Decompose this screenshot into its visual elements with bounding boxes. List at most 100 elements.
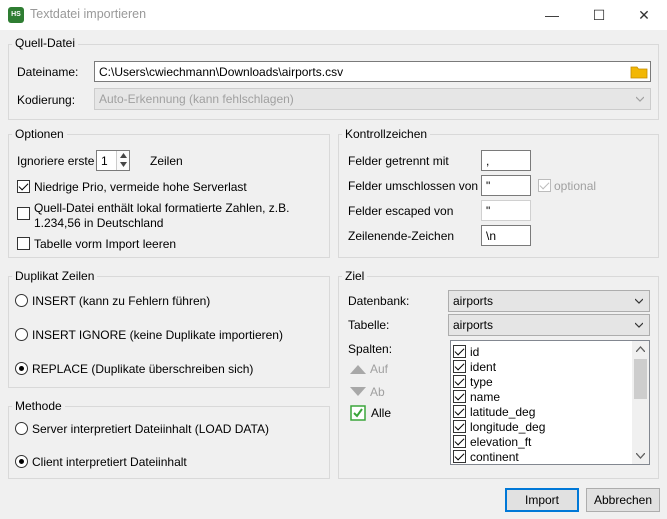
separated-label: Felder getrennt mit bbox=[348, 154, 449, 168]
column-name: id bbox=[470, 344, 480, 359]
folder-icon[interactable] bbox=[630, 64, 648, 79]
column-item[interactable]: longitude_deg bbox=[453, 419, 545, 434]
column-item[interactable]: name bbox=[453, 389, 500, 404]
stepper-down-icon[interactable] bbox=[120, 162, 127, 167]
server-method-radio[interactable] bbox=[15, 422, 28, 435]
encoding-value: Auto-Erkennung (kann fehlschlagen) bbox=[99, 92, 294, 106]
insert-radio[interactable] bbox=[15, 294, 28, 307]
column-item[interactable]: ident bbox=[453, 359, 496, 374]
low-prio-label: Niedrige Prio, vermeide hohe Serverlast bbox=[34, 180, 247, 194]
options-legend: Optionen bbox=[12, 127, 67, 141]
column-checkbox[interactable] bbox=[453, 405, 466, 418]
select-all-button[interactable]: Alle bbox=[350, 405, 391, 421]
stepper-up-icon[interactable] bbox=[120, 153, 127, 158]
close-button[interactable]: ✕ bbox=[621, 0, 667, 30]
rows-label: Zeilen bbox=[150, 154, 183, 168]
title-bar: HS Textdatei importieren — ☐ ✕ bbox=[0, 0, 667, 30]
scroll-up-icon[interactable] bbox=[636, 346, 645, 352]
server-method-label: Server interpretiert Dateiinhalt (LOAD D… bbox=[32, 422, 269, 436]
database-value: airports bbox=[453, 294, 494, 308]
low-prio-checkbox[interactable] bbox=[17, 180, 30, 193]
column-name: continent bbox=[470, 449, 519, 464]
column-name: type bbox=[470, 374, 493, 389]
local-numbers-label-line2: 1.234,56 in Deutschland bbox=[34, 216, 164, 230]
column-name: longitude_deg bbox=[470, 419, 546, 434]
scroll-thumb[interactable] bbox=[634, 359, 647, 399]
column-item[interactable]: continent bbox=[453, 449, 519, 464]
column-name: latitude_deg bbox=[470, 404, 536, 419]
ignore-lines-value: 1 bbox=[101, 154, 108, 168]
target-legend: Ziel bbox=[342, 269, 368, 283]
maximize-button[interactable]: ☐ bbox=[576, 0, 622, 30]
optional-label: optional bbox=[554, 179, 597, 193]
database-select[interactable]: airports bbox=[448, 290, 650, 312]
table-select[interactable]: airports bbox=[448, 314, 650, 336]
window-title: Textdatei importieren bbox=[30, 7, 147, 21]
optional-checkbox[interactable] bbox=[538, 179, 551, 192]
truncate-checkbox[interactable] bbox=[17, 237, 30, 250]
encoding-select[interactable]: Auto-Erkennung (kann fehlschlagen) bbox=[94, 88, 651, 110]
ignore-label: Ignoriere erste bbox=[17, 154, 95, 168]
client-method-radio[interactable] bbox=[15, 455, 28, 468]
table-value: airports bbox=[453, 318, 494, 332]
column-checkbox[interactable] bbox=[453, 345, 466, 358]
app-icon: HS bbox=[8, 7, 24, 23]
move-down-button[interactable]: Ab bbox=[350, 385, 385, 399]
column-checkbox[interactable] bbox=[453, 375, 466, 388]
ignore-lines-stepper[interactable]: 1 bbox=[96, 150, 130, 171]
arrow-down-icon bbox=[350, 387, 366, 396]
chevron-down-icon bbox=[635, 322, 643, 328]
arrow-up-icon bbox=[350, 365, 366, 374]
lineend-input[interactable]: \n bbox=[481, 225, 531, 246]
separated-input[interactable]: , bbox=[481, 150, 531, 171]
columns-list[interactable]: id ident type name latitude_deg longitude_deg… bbox=[450, 340, 650, 465]
column-checkbox[interactable] bbox=[453, 390, 466, 403]
duplicates-legend: Duplikat Zeilen bbox=[12, 269, 98, 283]
chevron-down-icon bbox=[635, 298, 643, 304]
column-item[interactable]: elevation_ft bbox=[453, 434, 531, 449]
columns-label: Spalten: bbox=[348, 342, 393, 356]
local-numbers-checkbox[interactable] bbox=[17, 207, 30, 220]
select-all-label: Alle bbox=[371, 406, 392, 420]
minimize-button[interactable]: — bbox=[529, 0, 575, 30]
column-checkbox[interactable] bbox=[453, 360, 466, 373]
encoding-label: Kodierung: bbox=[17, 93, 76, 107]
stepper-buttons[interactable] bbox=[116, 151, 129, 170]
database-label: Datenbank: bbox=[348, 294, 410, 308]
column-checkbox[interactable] bbox=[453, 435, 466, 448]
column-item[interactable]: id bbox=[453, 344, 479, 359]
cancel-button[interactable]: Abbrechen bbox=[586, 488, 660, 512]
move-up-button[interactable]: Auf bbox=[350, 362, 388, 376]
local-numbers-label-line1: Quell-Datei enthält lokal formatierte Za… bbox=[34, 201, 290, 215]
filename-value: C:\Users\cwiechmann\Downloads\airports.c… bbox=[99, 65, 344, 79]
column-item[interactable]: latitude_deg bbox=[453, 404, 535, 419]
enclosed-label: Felder umschlossen von bbox=[348, 179, 479, 193]
insert-ignore-radio[interactable] bbox=[15, 328, 28, 341]
enclosed-input[interactable]: " bbox=[481, 175, 531, 196]
replace-label: REPLACE (Duplikate überschreiben sich) bbox=[32, 362, 254, 376]
column-item[interactable]: type bbox=[453, 374, 493, 389]
column-checkbox[interactable] bbox=[453, 420, 466, 433]
control-legend: Kontrollzeichen bbox=[342, 127, 431, 141]
column-checkbox[interactable] bbox=[453, 450, 466, 463]
escaped-label: Felder escaped von bbox=[348, 204, 454, 218]
lineend-label: Zeilenende-Zeichen bbox=[348, 229, 455, 243]
move-up-label: Auf bbox=[370, 362, 389, 376]
column-name: elevation_ft bbox=[470, 434, 532, 449]
scroll-down-icon[interactable] bbox=[636, 453, 645, 459]
client-method-label: Client interpretiert Dateiinhalt bbox=[32, 455, 187, 469]
column-name: ident bbox=[470, 359, 497, 374]
table-label: Tabelle: bbox=[348, 318, 390, 332]
source-legend: Quell-Datei bbox=[12, 36, 79, 50]
truncate-label: Tabelle vorm Import leeren bbox=[34, 237, 177, 251]
escaped-input[interactable]: " bbox=[481, 200, 531, 221]
column-name: name bbox=[470, 389, 501, 404]
method-legend: Methode bbox=[12, 399, 65, 413]
import-button[interactable]: Import bbox=[505, 488, 579, 512]
filename-label: Dateiname: bbox=[17, 65, 79, 79]
replace-radio[interactable] bbox=[15, 362, 28, 375]
columns-scrollbar[interactable] bbox=[632, 341, 649, 464]
checkbox-checked-icon bbox=[350, 405, 366, 421]
filename-input[interactable]: C:\Users\cwiechmann\Downloads\airports.c… bbox=[94, 61, 651, 82]
move-down-label: Ab bbox=[370, 385, 385, 399]
